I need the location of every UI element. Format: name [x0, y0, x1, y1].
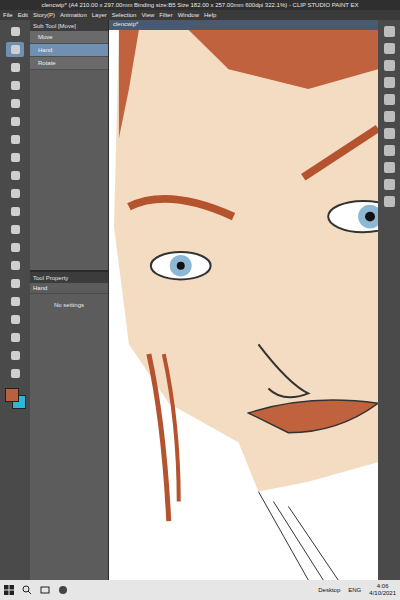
tool-button[interactable] — [6, 276, 24, 291]
menu-item[interactable]: Window — [178, 12, 199, 18]
menu-item[interactable]: Help — [204, 12, 216, 18]
canvas-artwork[interactable] — [109, 30, 378, 580]
tool-button[interactable] — [6, 42, 24, 57]
tool-button[interactable] — [6, 258, 24, 273]
tool-button[interactable] — [6, 114, 24, 129]
panel-toggle-icon[interactable] — [384, 111, 395, 122]
clock-date: 4/10/2021 — [369, 590, 396, 597]
clock[interactable]: 4:06 4/10/2021 — [369, 583, 396, 596]
tool-icon — [11, 261, 20, 270]
tool-button[interactable] — [6, 312, 24, 327]
tool-button[interactable] — [6, 366, 24, 381]
panel-column: Sub Tool [Move] MoveHandRotate Tool Prop… — [30, 20, 109, 580]
taskbar: Desktop ENG 4:06 4/10/2021 — [0, 580, 400, 600]
tool-button[interactable] — [6, 294, 24, 309]
panel-toggle-icon[interactable] — [384, 77, 395, 88]
panel-toggle-icon[interactable] — [384, 60, 395, 71]
tool-icon — [11, 225, 20, 234]
tool-icon — [11, 315, 20, 324]
title-bar: clencwip* (A4 210.00 x 297.00mm Binding … — [0, 0, 400, 10]
panel-toggle-icon[interactable] — [384, 162, 395, 173]
tool-button[interactable] — [6, 240, 24, 255]
tool-icon — [11, 243, 20, 252]
tool-button[interactable] — [6, 168, 24, 183]
tool-icon — [11, 369, 20, 378]
tool-name: Hand — [30, 283, 108, 294]
tool-icon — [11, 279, 20, 288]
tool-icon — [11, 27, 20, 36]
menu-bar: File Edit Story(P) Animation Layer Selection V… — [0, 10, 400, 20]
menu-item[interactable]: Edit — [18, 12, 28, 18]
tool-icon — [11, 333, 20, 342]
language-indicator[interactable]: ENG — [348, 587, 361, 593]
clock-time: 4:06 — [377, 583, 389, 590]
panel-toggle-icon[interactable] — [384, 179, 395, 190]
menu-item[interactable]: Story(P) — [33, 12, 55, 18]
panel-toggle-icon[interactable] — [384, 43, 395, 54]
tool-button[interactable] — [6, 222, 24, 237]
tool-icon — [11, 117, 20, 126]
tool-button[interactable] — [6, 150, 24, 165]
tool-button[interactable] — [6, 330, 24, 345]
tool-icon — [11, 81, 20, 90]
app-window: clencwip* (A4 210.00 x 297.00mm Binding … — [0, 0, 400, 600]
menu-item[interactable]: Animation — [60, 12, 87, 18]
desktop-toolbar[interactable]: Desktop — [318, 587, 340, 593]
panel-toggle-icon[interactable] — [384, 145, 395, 156]
workspace: Sub Tool [Move] MoveHandRotate Tool Prop… — [0, 20, 400, 580]
panel-header: Tool Property — [30, 272, 108, 283]
canvas-tab[interactable]: clencwip* — [109, 20, 378, 30]
tool-button[interactable] — [6, 24, 24, 39]
windows-logo-icon[interactable] — [4, 585, 14, 595]
menu-item[interactable]: Selection — [112, 12, 137, 18]
panel-toggle-icon[interactable] — [384, 94, 395, 105]
no-settings-label: No settings — [30, 294, 108, 316]
panel-toggle-icon[interactable] — [384, 26, 395, 37]
tool-icon — [11, 207, 20, 216]
color-swatches — [5, 388, 25, 408]
tool-button[interactable] — [6, 186, 24, 201]
menu-item[interactable]: Filter — [159, 12, 172, 18]
tool-icon — [11, 297, 20, 306]
tool-button[interactable] — [6, 348, 24, 363]
tool-icon — [11, 135, 20, 144]
tool-icon — [11, 63, 20, 72]
tool-icon — [11, 45, 20, 54]
tool-button[interactable] — [6, 60, 24, 75]
menu-item[interactable]: Layer — [92, 12, 107, 18]
search-icon[interactable] — [22, 585, 32, 595]
panel-header: Sub Tool [Move] — [30, 20, 108, 31]
task-view-icon[interactable] — [40, 585, 50, 595]
tool-icon — [11, 189, 20, 198]
color-swatch[interactable] — [5, 388, 19, 402]
tool-icon — [11, 153, 20, 162]
tool-icon — [11, 351, 20, 360]
tool-property-panel: Tool Property Hand No settings — [30, 272, 108, 580]
sub-tool-item[interactable]: Hand — [30, 44, 108, 57]
sub-tool-item[interactable]: Rotate — [30, 57, 108, 70]
panel-toggle-icon[interactable] — [384, 128, 395, 139]
tool-button[interactable] — [6, 96, 24, 111]
canvas-area: clencwip* — [109, 20, 378, 580]
sub-tool-item[interactable]: Move — [30, 31, 108, 44]
tool-icon — [11, 99, 20, 108]
tool-button[interactable] — [6, 204, 24, 219]
window-title: clencwip* (A4 210.00 x 297.00mm Binding … — [41, 2, 358, 8]
panel-toggle-icon[interactable] — [384, 196, 395, 207]
menu-item[interactable]: View — [141, 12, 154, 18]
menu-item[interactable]: File — [3, 12, 13, 18]
tool-icon — [11, 171, 20, 180]
tool-bar — [0, 20, 30, 580]
tool-button[interactable] — [6, 78, 24, 93]
right-tool-strip — [378, 20, 400, 580]
clip-studio-icon[interactable] — [58, 585, 68, 595]
tool-button[interactable] — [6, 132, 24, 147]
sub-tool-panel: Sub Tool [Move] MoveHandRotate — [30, 20, 108, 272]
